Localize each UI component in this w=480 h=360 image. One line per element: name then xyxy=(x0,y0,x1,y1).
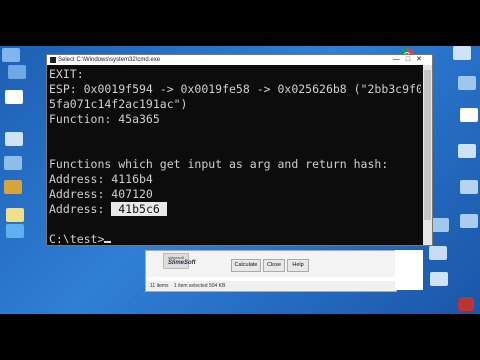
text-cursor xyxy=(104,241,112,243)
desktop-icon[interactable] xyxy=(4,156,22,170)
desktop-icon[interactable] xyxy=(8,65,26,79)
desktop-icon[interactable] xyxy=(6,224,24,238)
cmd-title: Select C:\Windows\system32\cmd.exe xyxy=(58,57,161,63)
selected-address[interactable]: 41b5c6 xyxy=(111,202,167,216)
explorer-status-bar: 11 items 1 item selected 504 KB xyxy=(146,281,396,291)
desktop-icon[interactable] xyxy=(429,246,447,260)
console-scrollbar[interactable] xyxy=(423,65,432,245)
desktop-icon[interactable] xyxy=(4,180,22,194)
desktop-icon[interactable] xyxy=(5,90,23,104)
command-prompt: C:\test> xyxy=(49,232,105,243)
desktop-icon[interactable] xyxy=(460,180,478,194)
window-controls[interactable]: —□✕ xyxy=(393,55,428,65)
cmd-title-bar[interactable]: Select C:\Windows\system32\cmd.exe —□✕ xyxy=(47,55,432,65)
console-line-prefix: Address: xyxy=(49,202,112,216)
desktop-icon[interactable] xyxy=(5,132,23,146)
video-frame: Calculate Close Help 11 items 1 item sel… xyxy=(0,0,480,360)
close-button[interactable]: Close xyxy=(263,259,285,272)
scrollbar-thumb[interactable] xyxy=(424,70,431,220)
status-selection: 1 item selected 504 KB xyxy=(173,283,226,289)
desktop-icon[interactable] xyxy=(431,218,449,232)
desktop-icon[interactable] xyxy=(430,272,448,286)
help-button[interactable]: Help xyxy=(287,259,309,272)
calculate-button[interactable]: Calculate xyxy=(231,259,261,272)
console-line: Address: 407120 xyxy=(49,187,153,201)
console-line: EXIT: xyxy=(49,67,84,81)
letterbox-top xyxy=(0,0,480,46)
console-line: Function: 45a365 xyxy=(49,112,160,126)
letterbox-bottom xyxy=(0,314,480,360)
slimesoft-logo: SlimeSoft xyxy=(168,260,196,266)
desktop-icon[interactable] xyxy=(458,144,476,158)
desktop-icon[interactable] xyxy=(460,214,478,228)
selected-address-value: 41b5c6 xyxy=(118,202,160,216)
console-line: Functions which get input as arg and ret… xyxy=(49,157,389,171)
status-item-count: 11 items xyxy=(150,283,169,289)
desktop-icon[interactable] xyxy=(453,46,471,60)
cmd-icon xyxy=(50,57,56,63)
desktop-icon[interactable] xyxy=(2,48,20,62)
console-line: Address: 4116b4 xyxy=(49,172,153,186)
cmd-window[interactable]: Select C:\Windows\system32\cmd.exe —□✕ E… xyxy=(46,54,433,246)
desktop-icon[interactable] xyxy=(458,76,476,90)
console-line: ESP: 0x0019f594 -> 0x0019fe58 -> 0x02562… xyxy=(49,82,421,96)
console-line: 5fa071c14f2ac191ac") xyxy=(49,97,188,111)
explorer-side-pane xyxy=(395,250,423,290)
console-output[interactable]: EXIT: ESP: 0x0019f594 -> 0x0019fe58 -> 0… xyxy=(49,67,421,243)
watch-later-icon[interactable] xyxy=(458,297,474,311)
desktop-icon[interactable] xyxy=(6,208,24,222)
desktop-icon[interactable] xyxy=(460,108,478,122)
